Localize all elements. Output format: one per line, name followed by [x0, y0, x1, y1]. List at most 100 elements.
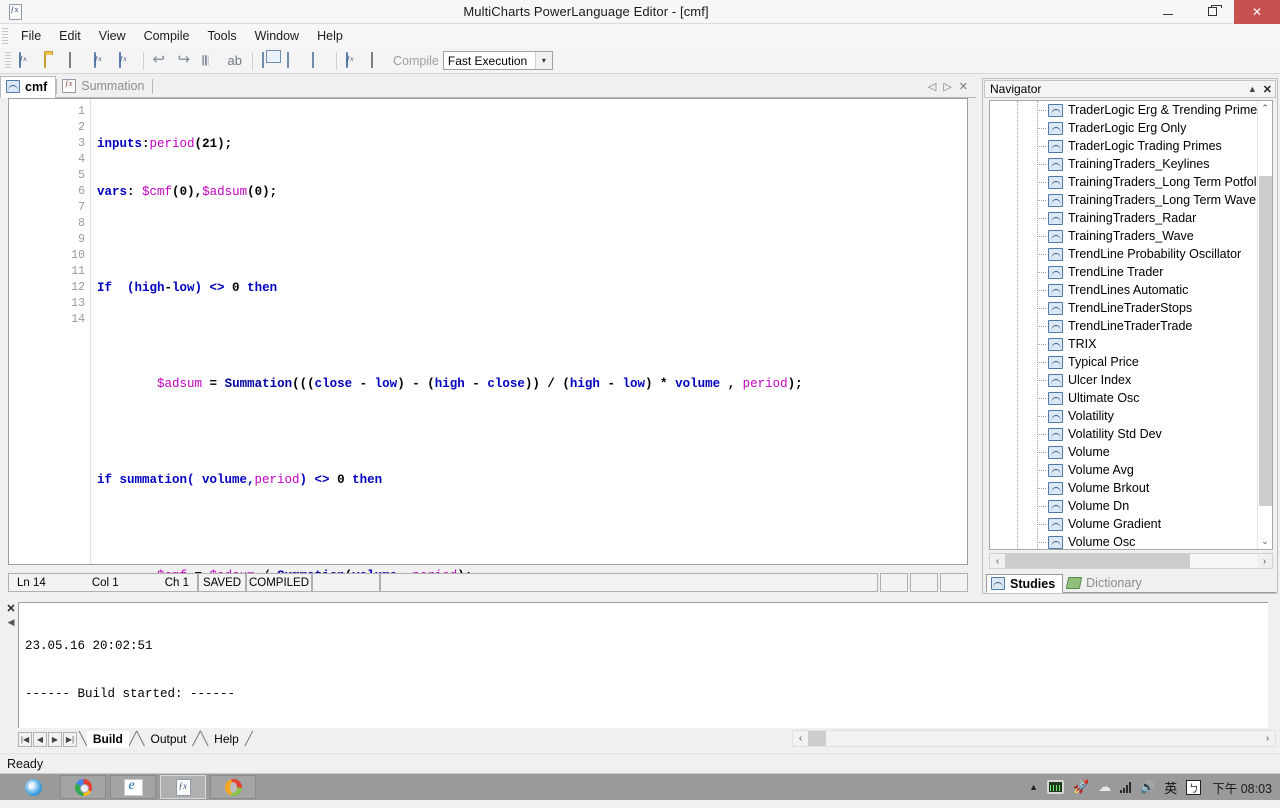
close-button[interactable]: ✕	[1234, 0, 1280, 24]
clock[interactable]: 下午 08:03	[1212, 778, 1272, 797]
speaker-icon[interactable]: 🔊	[1140, 780, 1155, 794]
hscroll-thumb[interactable]	[808, 731, 826, 746]
navigator-item[interactable]: TrendLines Automatic	[990, 281, 1272, 299]
navigator-item[interactable]: TRIX	[990, 335, 1272, 353]
taskbar-chrome[interactable]	[60, 775, 106, 799]
tab-last-button[interactable]: ▶|	[63, 731, 77, 747]
navigator-item[interactable]: TraderLogic Erg & Trending Primes	[990, 101, 1272, 119]
menu-grip[interactable]	[2, 28, 8, 44]
navigator-item[interactable]: Volume Avg	[990, 461, 1272, 479]
scroll-down-button[interactable]: ⌄	[1258, 534, 1273, 549]
tab-prev-button[interactable]: ◀	[33, 731, 47, 747]
tile-horizontal-button[interactable]	[283, 50, 306, 72]
menu-file[interactable]: File	[12, 26, 50, 46]
open-button[interactable]	[40, 50, 63, 72]
navigator-item[interactable]: TrainingTraders_Radar	[990, 209, 1272, 227]
export-button[interactable]: ƒx	[115, 50, 138, 72]
navigator-item[interactable]: Volume Dn	[990, 497, 1272, 515]
collapse-icon[interactable]: ◀	[8, 617, 15, 628]
show-hidden-icons-button[interactable]: ▲	[1029, 782, 1038, 792]
save-button[interactable]	[65, 50, 88, 72]
navigator-item[interactable]: TrainingTraders_Long Term Potfolio	[990, 173, 1272, 191]
redo-button[interactable]: ↪	[174, 50, 197, 72]
navigator-item[interactable]: Ulcer Index	[990, 371, 1272, 389]
navigator-item[interactable]: TrendLineTraderStops	[990, 299, 1272, 317]
ime-language-indicator[interactable]: 英	[1164, 778, 1177, 797]
signal-bars-icon[interactable]	[1120, 781, 1132, 793]
menu-edit[interactable]: Edit	[50, 26, 90, 46]
navigator-item[interactable]: TrainingTraders_Keylines	[990, 155, 1272, 173]
tab-cmf[interactable]: cmf	[0, 75, 57, 98]
tab-next-button[interactable]: ▷	[943, 80, 951, 93]
close-icon[interactable]: ✕	[1263, 83, 1272, 96]
compile-study-button[interactable]: ƒx	[342, 50, 365, 72]
navigator-item[interactable]: TrainingTraders_Wave	[990, 227, 1272, 245]
taskbar-internet-explorer[interactable]	[10, 775, 56, 799]
hscroll-track[interactable]	[1005, 554, 1257, 568]
tab-next-button[interactable]: ▶	[48, 731, 62, 747]
toolbar-grip[interactable]	[5, 51, 11, 70]
navigator-item[interactable]: Volatility	[990, 407, 1272, 425]
navigator-item[interactable]: Typical Price	[990, 353, 1272, 371]
rocket-icon[interactable]: 🚀	[1073, 779, 1089, 795]
navigator-item[interactable]: Volume Osc	[990, 533, 1272, 549]
navigator-item[interactable]: Volume Gradient	[990, 515, 1272, 533]
monitor-icon[interactable]	[1047, 780, 1065, 794]
replace-button[interactable]: ab	[224, 50, 247, 72]
hscroll-right-button[interactable]: ›	[1257, 556, 1272, 567]
navigator-vertical-scrollbar[interactable]: ⌃ ⌄	[1257, 101, 1272, 549]
navigator-item[interactable]: TrendLine Probability Oscillator	[990, 245, 1272, 263]
undo-button[interactable]: ↩	[149, 50, 172, 72]
scroll-thumb[interactable]	[1258, 176, 1272, 506]
tab-help[interactable]: Help	[208, 731, 245, 748]
navigator-horizontal-scrollbar[interactable]: ‹ ›	[989, 553, 1273, 569]
tab-prev-button[interactable]: ◁	[928, 80, 936, 93]
navigator-item[interactable]: TraderLogic Erg Only	[990, 119, 1272, 137]
tile-vertical-button[interactable]	[308, 50, 331, 72]
tab-studies[interactable]: Studies	[986, 574, 1064, 593]
new-study-button[interactable]: ƒx	[15, 50, 38, 72]
menu-help[interactable]: Help	[308, 26, 352, 46]
code-editor[interactable]: 1 2 3 4 5 6 7 8 9 10 11 12 13 14 inputs:…	[8, 98, 968, 773]
scroll-up-button[interactable]: ⌃	[1258, 101, 1273, 116]
find-button[interactable]: 𝄃𝄃	[199, 50, 222, 72]
compile-mode-select[interactable]: Fast Execution ▾	[442, 51, 553, 70]
menu-compile[interactable]: Compile	[135, 26, 199, 46]
build-panel-hscrollbar[interactable]: ‹ ›	[792, 730, 1276, 747]
hscroll-left-button[interactable]: ‹	[990, 556, 1005, 567]
hscroll-left-button[interactable]: ‹	[793, 733, 808, 744]
navigator-item[interactable]: Ultimate Osc	[990, 389, 1272, 407]
taskbar-multicharts-editor[interactable]	[160, 775, 206, 799]
code-text[interactable]: inputs:period(21); vars: $cmf(0),$adsum(…	[91, 99, 967, 773]
navigator-item[interactable]: TrainingTraders_Long Term Wave	[990, 191, 1272, 209]
minimize-button[interactable]	[1146, 0, 1190, 24]
hscroll-thumb[interactable]	[1005, 554, 1190, 568]
studies-tree[interactable]: TraderLogic Erg & Trending Primes TraderL…	[989, 100, 1273, 550]
taskbar-opera[interactable]	[210, 775, 256, 799]
cascade-windows-button[interactable]	[258, 50, 281, 72]
tab-first-button[interactable]: |◀	[18, 731, 32, 747]
import-button[interactable]: ƒx	[90, 50, 113, 72]
tab-close-button[interactable]: ✕	[959, 80, 968, 93]
hscroll-right-button[interactable]: ›	[1260, 733, 1275, 744]
navigator-item[interactable]: TrendLine Trader	[990, 263, 1272, 281]
navigator-item[interactable]: TrendLineTraderTrade	[990, 317, 1272, 335]
tab-summation[interactable]: Summation	[57, 75, 152, 97]
ime-box-icon[interactable]: ㄅ	[1186, 779, 1202, 795]
close-icon[interactable]: ✕	[6, 602, 15, 615]
menu-tools[interactable]: Tools	[198, 26, 245, 46]
navigator-item[interactable]: TraderLogic Trading Primes	[990, 137, 1272, 155]
chevron-down-icon[interactable]: ▾	[534, 52, 552, 69]
menu-view[interactable]: View	[90, 26, 135, 46]
navigator-item[interactable]: Volume	[990, 443, 1272, 461]
tab-build[interactable]: Build	[86, 730, 129, 748]
navigator-item[interactable]: Volume Brkout	[990, 479, 1272, 497]
collapse-icon[interactable]: ▲	[1248, 84, 1257, 94]
menu-window[interactable]: Window	[246, 26, 308, 46]
maximize-button[interactable]	[1190, 0, 1234, 24]
taskbar-edge[interactable]	[110, 775, 156, 799]
cloud-icon[interactable]: ☁	[1098, 779, 1111, 795]
compile-all-button[interactable]	[367, 50, 390, 72]
build-log-text[interactable]: 23.05.16 20:02:51 ------ Build started: …	[18, 602, 1268, 728]
navigator-item[interactable]: Volatility Std Dev	[990, 425, 1272, 443]
